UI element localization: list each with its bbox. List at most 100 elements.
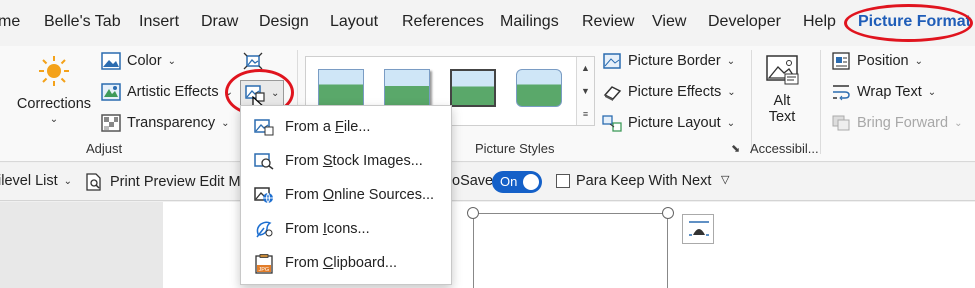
menu-label-after: lipboard...	[333, 255, 398, 271]
tab-references[interactable]: References	[402, 13, 484, 31]
tab-design[interactable]: Design	[259, 13, 309, 31]
bring-forward-label: Bring Forward	[857, 115, 949, 131]
menu-label-before: From	[285, 255, 323, 271]
chevron-down-icon: ⌄	[63, 175, 73, 187]
corrections-button[interactable]: Corrections ⌄	[14, 54, 94, 125]
alt-text-label-line1: Alt	[773, 93, 791, 109]
artistic-effects-icon	[101, 83, 121, 101]
picture-layout-icon	[602, 114, 622, 132]
menu-item-from-icons[interactable]: From Icons...	[241, 212, 451, 246]
menu-label-accelerator: O	[322, 187, 335, 203]
resize-handle[interactable]	[662, 207, 674, 219]
transparency-button[interactable]: Transparency ⌄	[101, 114, 230, 132]
para-keep-with-next-label: Para Keep With Next	[576, 173, 712, 189]
chevron-down-icon: ⌄	[167, 55, 177, 67]
picture-effects-button[interactable]: Picture Effects ⌄	[602, 83, 736, 101]
tab-mailings[interactable]: Mailings	[500, 13, 559, 31]
customize-toolbar-icon[interactable]: ▽	[721, 173, 729, 186]
position-icon	[831, 52, 851, 70]
menu-label-after: nline Sources...	[334, 187, 435, 203]
picture-style-thumb[interactable]	[318, 69, 364, 107]
resize-handle[interactable]	[467, 207, 479, 219]
para-keep-with-next-checkbox[interactable]: Para Keep With Next	[556, 173, 711, 189]
multilevel-list-button[interactable]: ilevel List ⌄	[0, 173, 72, 189]
picture-effects-label: Picture Effects	[628, 84, 722, 100]
multilevel-list-label: ilevel List	[0, 173, 58, 189]
gallery-more-icon[interactable]: ≡	[583, 109, 588, 119]
change-picture-menu: From a File... From Stock Images... From…	[240, 105, 452, 285]
menu-item-from-clipboard[interactable]: JPG From Clipboard...	[241, 246, 451, 280]
dialog-launcher-icon[interactable]: ⬊	[731, 142, 740, 155]
group-separator	[751, 50, 752, 154]
chevron-down-icon: ⌄	[224, 86, 233, 98]
menu-item-from-stock-images[interactable]: From Stock Images...	[241, 144, 451, 178]
ribbon-tab-bar: me Belle's Tab Insert Draw Design Layout…	[0, 0, 975, 46]
svg-text:JPG: JPG	[259, 267, 270, 273]
menu-label-before: From	[285, 221, 323, 237]
tab-insert[interactable]: Insert	[139, 13, 179, 31]
autosave-label: oSave	[452, 173, 494, 189]
menu-label-before: From	[285, 187, 323, 203]
alt-text-button[interactable]: Alt Text	[758, 54, 806, 125]
selected-picture-frame[interactable]	[473, 213, 668, 288]
tab-help[interactable]: Help	[803, 13, 836, 31]
bring-forward-button[interactable]: Bring Forward ⌄	[831, 114, 962, 132]
tab-belles-tab[interactable]: Belle's Tab	[44, 13, 121, 31]
tab-view[interactable]: View	[652, 13, 686, 31]
picture-layout-button[interactable]: Picture Layout ⌄	[602, 114, 735, 132]
menu-label-after: tock Images...	[332, 153, 423, 169]
tab-developer[interactable]: Developer	[708, 13, 781, 31]
picture-border-button[interactable]: Picture Border ⌄	[602, 52, 735, 70]
wrap-text-label: Wrap Text	[857, 84, 922, 100]
tab-picture-format[interactable]: Picture Format	[858, 13, 971, 31]
tab-draw[interactable]: Draw	[201, 13, 238, 31]
adjust-group-label: Adjust	[86, 141, 123, 156]
artistic-effects-button[interactable]: Artistic Effects ⌄	[101, 83, 233, 101]
stock-images-icon	[254, 152, 274, 170]
menu-item-from-file[interactable]: From a File...	[241, 110, 451, 144]
transparency-label: Transparency	[127, 115, 216, 131]
group-separator	[820, 50, 821, 154]
menu-label-after: ile...	[343, 119, 371, 135]
menu-item-from-online-sources[interactable]: From Online Sources...	[241, 178, 451, 212]
tab-layout[interactable]: Layout	[330, 13, 378, 31]
chevron-up-icon[interactable]: ▲	[581, 63, 590, 73]
chevron-down-icon: ⌄	[914, 55, 923, 67]
compress-pictures-button[interactable]	[243, 52, 263, 70]
chevron-down-icon: ⌄	[927, 86, 937, 98]
picture-layout-label: Picture Layout	[628, 115, 721, 131]
color-button[interactable]: Color ⌄	[101, 52, 176, 70]
document-area	[0, 202, 975, 288]
wrap-text-button[interactable]: Wrap Text ⌄	[831, 83, 936, 101]
autosave-toggle[interactable]: On	[492, 171, 542, 193]
checkbox[interactable]	[556, 174, 570, 188]
picture-style-thumb[interactable]	[516, 69, 562, 107]
menu-label-before: From a	[285, 119, 335, 135]
artistic-effects-label: Artistic Effects	[127, 84, 219, 100]
position-button[interactable]: Position ⌄	[831, 52, 923, 70]
picture-border-label: Picture Border	[628, 53, 721, 69]
color-picture-icon	[101, 52, 121, 70]
corrections-label: Corrections	[16, 96, 92, 112]
tab-home[interactable]: me	[0, 13, 20, 31]
autosave-toggle-switch[interactable]: On	[492, 171, 542, 193]
wrap-text-icon	[831, 83, 851, 101]
transparency-icon	[101, 114, 121, 132]
menu-label-accelerator: F	[334, 119, 344, 135]
picture-style-thumb[interactable]	[450, 69, 496, 107]
position-label: Position	[857, 53, 909, 69]
picture-style-thumb[interactable]	[384, 69, 430, 107]
gallery-scroll[interactable]: ▲ ▼ ≡	[576, 57, 594, 125]
print-preview-button[interactable]: Print Preview Edit Mo	[84, 173, 249, 191]
icons-icon	[254, 220, 274, 238]
clipboard-picture-icon: JPG	[254, 254, 274, 274]
menu-label-accelerator: C	[322, 255, 334, 271]
chevron-down-icon[interactable]: ▼	[581, 86, 590, 96]
file-picture-icon	[254, 118, 274, 136]
chevron-down-icon: ⌄	[49, 114, 59, 125]
color-label: Color	[127, 53, 162, 69]
tab-review[interactable]: Review	[582, 13, 634, 31]
layout-options-button[interactable]	[682, 214, 714, 244]
picture-styles-group-label: Picture Styles	[475, 141, 555, 156]
menu-label-before: From	[285, 153, 323, 169]
